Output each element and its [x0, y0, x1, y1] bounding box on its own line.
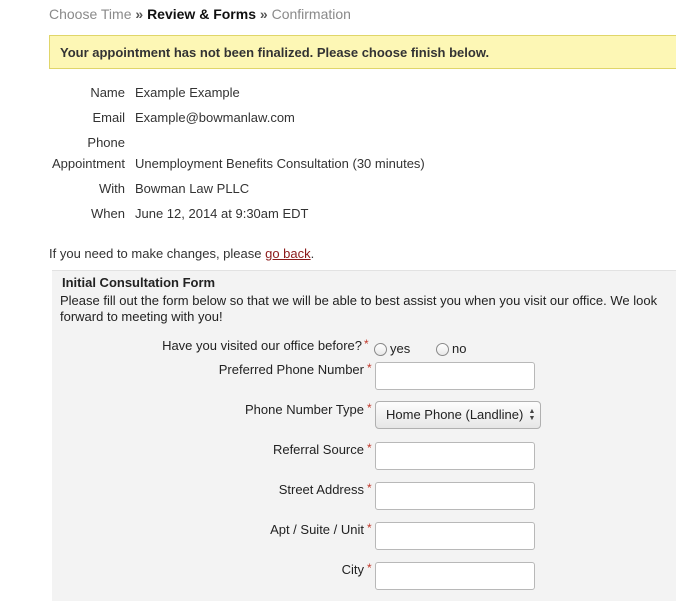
summary-with-label: With [99, 181, 125, 196]
summary-email-value: Example@bowmanlaw.com [135, 110, 295, 125]
breadcrumb: Choose Time » Review & Forms » Confirmat… [49, 6, 351, 22]
visited-no-option[interactable]: no [436, 341, 466, 356]
summary-appointment-label: Appointment [52, 156, 125, 171]
required-mark: * [367, 481, 372, 495]
breadcrumb-separator: » [259, 6, 268, 22]
summary-with-value: Bowman Law PLLC [135, 181, 250, 196]
phone-type-label: Phone Number Type [245, 402, 364, 417]
city-input[interactable] [375, 562, 535, 590]
phone-type-select[interactable]: Home Phone (Landline) ▲ ▼ [375, 401, 541, 429]
summary-appointment-value: Unemployment Benefits Consultation (30 m… [135, 156, 425, 171]
street-address-input[interactable] [375, 482, 535, 510]
changes-prefix: If you need to make changes, please [49, 246, 266, 261]
visited-yes-radio[interactable] [374, 343, 387, 356]
preferred-phone-label: Preferred Phone Number [218, 362, 364, 377]
phone-type-selected: Home Phone (Landline) [386, 407, 524, 422]
consultation-form: Initial Consultation Form Please fill ou… [52, 270, 676, 601]
summary-when-value: June 12, 2014 at 9:30am EDT [135, 206, 309, 221]
visited-no-label: no [452, 341, 467, 356]
form-description: Please fill out the form below so that w… [60, 293, 658, 324]
required-mark: * [367, 561, 372, 575]
required-mark: * [367, 521, 372, 535]
apt-suite-unit-input[interactable] [375, 522, 535, 550]
required-mark: * [367, 361, 372, 375]
required-mark: * [364, 337, 369, 351]
required-mark: * [367, 441, 372, 455]
changes-note: If you need to make changes, please go b… [49, 246, 314, 261]
visited-label: Have you visited our office before? [162, 338, 362, 353]
go-back-link[interactable]: go back [265, 246, 311, 261]
summary-when-label: When [91, 206, 125, 221]
required-mark: * [367, 401, 372, 415]
breadcrumb-choose-time[interactable]: Choose Time [49, 6, 131, 22]
summary-name-value: Example Example [135, 85, 240, 100]
preferred-phone-input[interactable] [375, 362, 535, 390]
breadcrumb-confirmation: Confirmation [271, 6, 351, 22]
summary-email-label: Email [92, 110, 125, 125]
referral-source-input[interactable] [375, 442, 535, 470]
select-arrows-icon: ▲ ▼ [528, 408, 536, 422]
breadcrumb-separator: » [135, 6, 144, 22]
not-finalized-alert: Your appointment has not been finalized.… [49, 35, 676, 69]
visited-no-radio[interactable] [436, 343, 449, 356]
visited-yes-option[interactable]: yes [374, 341, 410, 356]
apt-suite-unit-label: Apt / Suite / Unit [270, 522, 364, 537]
breadcrumb-review-forms: Review & Forms [147, 6, 256, 22]
changes-suffix: . [310, 246, 315, 261]
form-title: Initial Consultation Form [62, 275, 216, 290]
summary-phone-label: Phone [87, 135, 125, 150]
visited-yes-label: yes [390, 341, 411, 356]
summary-name-label: Name [90, 85, 125, 100]
referral-source-label: Referral Source [272, 442, 364, 457]
street-address-label: Street Address [278, 482, 364, 497]
city-label: City [341, 562, 364, 577]
